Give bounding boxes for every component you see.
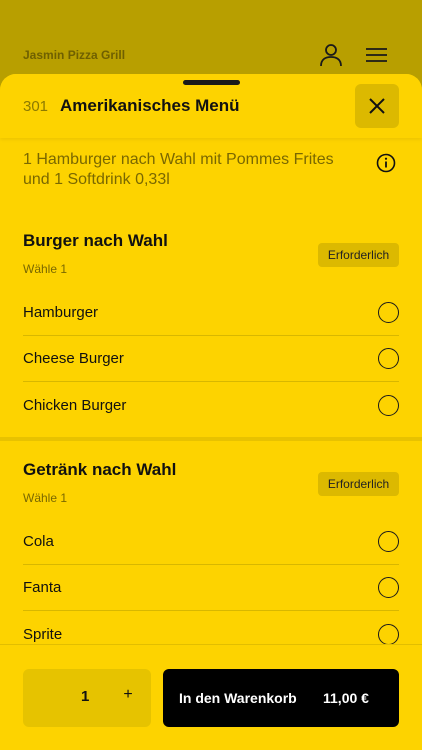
- radio-button[interactable]: [378, 302, 399, 323]
- required-badge: Erforderlich: [318, 243, 399, 267]
- option-label: Fanta: [23, 579, 62, 596]
- close-icon: [369, 98, 385, 114]
- total-price: 11,00 €: [323, 690, 369, 706]
- radio-button[interactable]: [378, 394, 399, 416]
- radio-button[interactable]: [378, 531, 399, 552]
- option-label: Chicken Burger: [23, 396, 127, 414]
- radio-button[interactable]: [378, 623, 399, 645]
- hamburger-menu-icon[interactable]: [364, 42, 390, 68]
- section-subtitle-burger: Wähle 1: [23, 262, 68, 276]
- item-title: Amerikanisches Menü: [60, 96, 240, 115]
- close-button[interactable]: [355, 84, 399, 128]
- item-detail-sheet: 301 Amerikanisches Menü 1 Hamburger nach…: [0, 74, 422, 750]
- option-cheese-burger[interactable]: Cheese Burger: [23, 336, 399, 382]
- item-description: 1 Hamburger nach Wahl mit Pommes Frites …: [23, 151, 334, 188]
- restaurant-name: Jasmin Pizza Grill: [23, 48, 126, 62]
- footer-bar: 1 + In den Warenkorb 11,00 €: [0, 644, 422, 750]
- user-icon[interactable]: [318, 42, 344, 68]
- add-to-cart-label: In den Warenkorb: [179, 690, 297, 706]
- item-number: 301: [23, 98, 49, 115]
- option-label: Sprite: [23, 625, 63, 643]
- increase-quantity-button[interactable]: +: [119, 686, 137, 708]
- sheet-header: 301 Amerikanisches Menü: [0, 74, 422, 138]
- section-title-burger: Burger nach Wahl: [23, 231, 168, 250]
- option-label: Cheese Burger: [23, 350, 124, 367]
- drag-handle[interactable]: [183, 80, 240, 85]
- add-to-cart-button[interactable]: In den Warenkorb 11,00 €: [163, 669, 399, 727]
- radio-button[interactable]: [378, 348, 399, 369]
- quantity-stepper: 1 +: [23, 669, 151, 727]
- section-divider: [0, 437, 422, 441]
- option-hamburger[interactable]: Hamburger: [23, 290, 399, 336]
- quantity-value: 1: [81, 688, 90, 705]
- option-fanta[interactable]: Fanta: [23, 565, 399, 611]
- option-label: Hamburger: [23, 304, 99, 321]
- option-cola[interactable]: Cola: [23, 519, 399, 565]
- section-subtitle-drink: Wähle 1: [23, 491, 68, 505]
- required-badge: Erforderlich: [318, 472, 399, 496]
- option-chicken-burger[interactable]: Chicken Burger: [23, 382, 399, 428]
- radio-button[interactable]: [378, 577, 399, 598]
- info-icon[interactable]: [376, 153, 396, 173]
- option-label: Cola: [23, 533, 54, 550]
- section-title-drink: Getränk nach Wahl: [23, 460, 177, 479]
